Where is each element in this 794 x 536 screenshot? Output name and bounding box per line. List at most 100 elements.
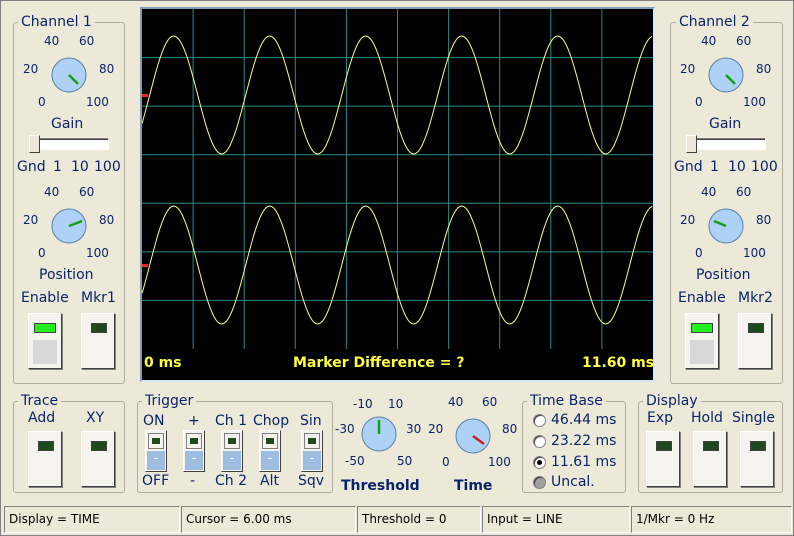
trigger-on-switch[interactable]: - [145, 430, 167, 472]
channel2-ground-marker [142, 264, 148, 267]
trace-add-toggle[interactable] [28, 431, 62, 487]
status-cursor: Cursor = 6.00 ms [181, 506, 356, 533]
ch2-gain-tick-60: 60 [736, 34, 752, 48]
threshold-label: Threshold [341, 478, 420, 494]
ch2-pos-tick-20: 20 [680, 213, 696, 227]
display-exp-label: Exp [647, 410, 674, 426]
threshold-tick-10: 10 [388, 397, 404, 411]
ch2-gain-slider-thumb[interactable] [686, 135, 697, 153]
ch2-gain-tick-100: 100 [743, 95, 766, 109]
trigger-on-minus: - [147, 451, 165, 470]
threshold-knob[interactable] [359, 414, 399, 454]
channel1-ground-marker [142, 94, 148, 97]
trigger-off-label: OFF [142, 473, 170, 489]
display-single-label: Single [732, 410, 776, 426]
trigger-title: Trigger [142, 393, 197, 409]
status-display: Display = TIME [4, 506, 180, 533]
ch1-pos-tick-100: 100 [86, 246, 109, 260]
trace-add-label: Add [28, 410, 56, 426]
ch2-gain-label: Gain [709, 116, 742, 132]
ch1-gain-10: 10 [71, 159, 89, 175]
ch1-mkr1-label: Mkr1 [81, 290, 116, 306]
trace-xy-label: XY [86, 410, 105, 426]
display-single-toggle[interactable] [740, 431, 774, 487]
ch2-pos-tick-80: 80 [756, 213, 772, 227]
display-hold-label: Hold [691, 410, 723, 426]
display-single-led [750, 441, 766, 451]
trace-add-led [38, 441, 54, 451]
time-label: Time [454, 478, 493, 494]
timebase-title: Time Base [527, 393, 606, 409]
trigger-channel-indicator [224, 433, 240, 449]
display-exp-toggle[interactable] [646, 431, 680, 487]
ch2-gain-tick-20: 20 [680, 62, 696, 76]
ch1-mkr1-toggle[interactable] [81, 313, 115, 369]
ch1-pos-tick-80: 80 [99, 213, 115, 227]
ch2-pos-tick-60: 60 [736, 185, 752, 199]
ch1-gain-1: 1 [53, 159, 62, 175]
threshold-tick-30: 30 [406, 422, 422, 436]
trigger-ch1-label: Ch 1 [215, 413, 248, 429]
trace-title: Trace [18, 393, 62, 409]
trigger-polarity-switch[interactable]: - [183, 430, 205, 472]
ch1-enable-toggle[interactable] [28, 313, 62, 369]
ch2-pos-tick-40: 40 [701, 185, 717, 199]
ch1-enable-lower [33, 340, 57, 364]
ch1-gain-tick-40: 40 [44, 34, 60, 48]
ch1-position-knob[interactable] [49, 206, 89, 246]
ch2-mkr2-label: Mkr2 [738, 290, 773, 306]
display-title: Display [643, 393, 701, 409]
trigger-sin-label: Sin [300, 413, 322, 429]
ch2-enable-toggle[interactable] [685, 313, 719, 369]
timebase-option-11ms[interactable]: 11.61 ms [551, 454, 616, 470]
ch2-gain-gnd: Gnd [674, 159, 703, 175]
trigger-waveform-switch[interactable]: - [301, 430, 323, 472]
ch1-pos-tick-20: 20 [23, 213, 39, 227]
ch2-mkr2-toggle[interactable] [738, 313, 772, 369]
marker-difference: Marker Difference = ? [293, 355, 465, 371]
ch2-gain-knob[interactable] [706, 55, 746, 95]
threshold-tick-m10: -10 [353, 397, 373, 411]
trigger-alt-label: Alt [260, 473, 279, 489]
trigger-channel-switch[interactable]: - [221, 430, 243, 472]
scope-display[interactable]: 0 ms Marker Difference = ? 11.60 ms [140, 7, 655, 382]
trace-xy-toggle[interactable] [81, 431, 115, 487]
display-hold-led [703, 441, 719, 451]
scope-left-time: 0 ms [144, 355, 182, 371]
ch1-enable-led [34, 323, 56, 333]
ch1-mkr1-led [91, 323, 107, 333]
ch2-gain-10: 10 [728, 159, 746, 175]
ch2-enable-label: Enable [678, 290, 726, 306]
timebase-option-23ms[interactable]: 23.22 ms [551, 433, 616, 449]
timebase-radio-23ms[interactable] [533, 435, 546, 448]
trigger-polarity-minus: - [185, 451, 203, 470]
ch1-enable-label: Enable [21, 290, 69, 306]
ch1-gain-tick-60: 60 [79, 34, 95, 48]
trigger-sqv-label: Sqv [298, 473, 325, 489]
threshold-tick-m50: -50 [345, 454, 365, 468]
ch2-gain-slider-track[interactable] [686, 138, 766, 150]
ch1-gain-tick-80: 80 [99, 62, 115, 76]
trigger-plus-label: + [188, 413, 200, 429]
time-knob[interactable] [453, 416, 493, 456]
trigger-on-label: ON [143, 413, 165, 429]
timebase-radio-11ms[interactable] [533, 456, 546, 469]
ch2-position-knob[interactable] [706, 206, 746, 246]
time-tick-40: 40 [448, 395, 464, 409]
ch1-gain-slider-thumb[interactable] [29, 135, 40, 153]
threshold-tick-50: 50 [397, 454, 413, 468]
time-tick-80: 80 [502, 422, 518, 436]
status-mkr: 1/Mkr = 0 Hz [631, 506, 792, 533]
ch2-enable-led [691, 323, 713, 333]
timebase-radio-46ms[interactable] [533, 414, 546, 427]
ch1-gain-tick-100: 100 [86, 95, 109, 109]
scope-plot [142, 9, 653, 349]
trigger-chop-switch[interactable]: - [259, 430, 281, 472]
ch1-gain-knob[interactable] [49, 55, 89, 95]
timebase-radio-uncal [533, 476, 546, 489]
ch1-gain-slider-track[interactable] [29, 138, 109, 150]
trigger-channel-minus: - [223, 451, 241, 470]
trigger-polarity-indicator [186, 433, 202, 449]
timebase-option-46ms[interactable]: 46.44 ms [551, 412, 616, 428]
display-hold-toggle[interactable] [693, 431, 727, 487]
